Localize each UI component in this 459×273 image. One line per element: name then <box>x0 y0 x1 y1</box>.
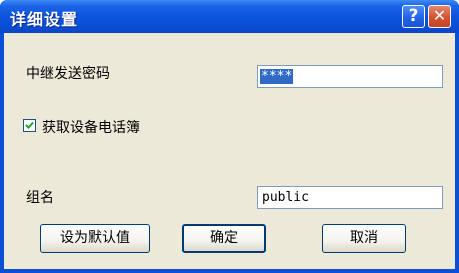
close-icon: ✕ <box>432 6 447 25</box>
phonebook-checkbox-label[interactable]: 获取设备电话簿 <box>42 117 140 137</box>
close-button[interactable]: ✕ <box>428 5 451 28</box>
group-name-label: 组名 <box>26 190 54 206</box>
dialog-window: 详细设置 ? ✕ 中继发送密码 **** 获取设备电话簿 组名 public 设… <box>0 0 459 273</box>
group-name-field[interactable]: public <box>257 186 443 209</box>
ok-button[interactable]: 确定 <box>182 224 266 253</box>
password-value: **** <box>260 69 294 84</box>
help-button[interactable]: ? <box>402 5 425 28</box>
checkmark-icon <box>25 121 34 129</box>
set-default-button[interactable]: 设为默认值 <box>40 224 150 253</box>
password-field[interactable]: **** <box>257 65 443 88</box>
phonebook-checkbox[interactable] <box>23 119 36 132</box>
help-icon: ? <box>408 6 419 26</box>
title-bar[interactable]: 详细设置 ? ✕ <box>0 0 459 33</box>
password-label: 中继发送密码 <box>26 66 110 82</box>
dialog-body: 中继发送密码 **** 获取设备电话簿 组名 public 设为默认值 确定 取… <box>4 33 455 269</box>
cancel-button[interactable]: 取消 <box>322 224 406 253</box>
window-title: 详细设置 <box>10 10 79 29</box>
